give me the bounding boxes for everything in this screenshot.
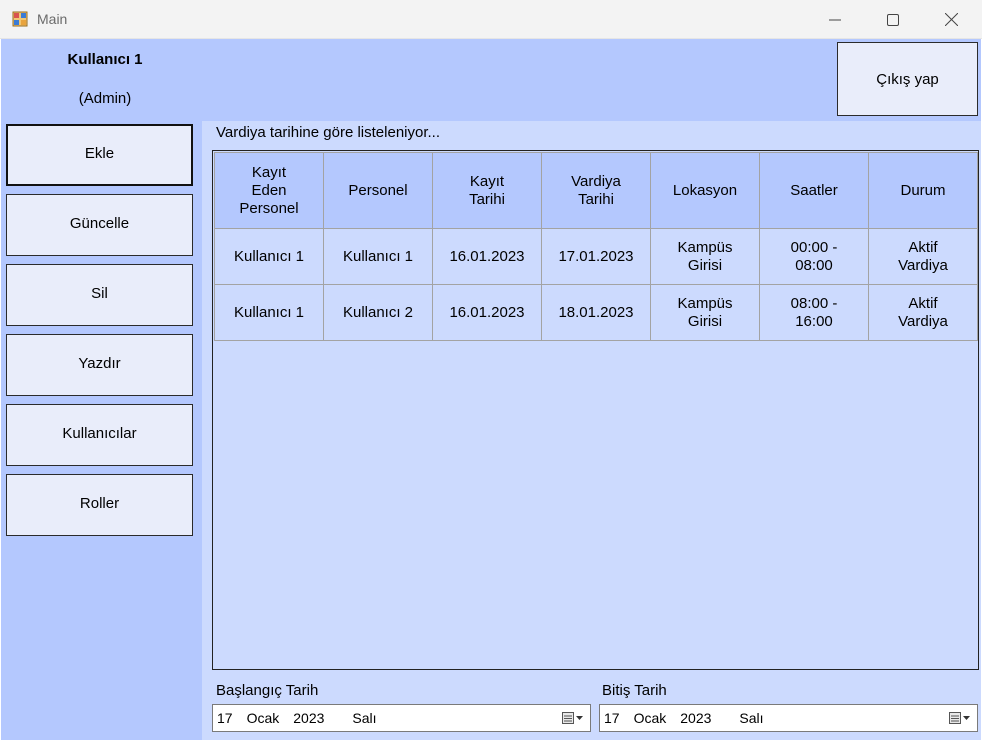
column-header[interactable]: Kayıt Tarihi (432, 152, 542, 229)
table-cell[interactable]: Kullanıcı 1 (214, 284, 324, 341)
roles-button[interactable]: Roller (6, 474, 193, 536)
column-header[interactable]: Personel (323, 152, 433, 229)
print-button[interactable]: Yazdır (6, 334, 193, 396)
title-bar: Main (0, 0, 982, 39)
maximize-button[interactable] (864, 0, 922, 39)
main-panel: Vardiya tarihine göre listeleniyor... Ka… (202, 121, 981, 740)
update-button[interactable]: Güncelle (6, 194, 193, 256)
table-cell[interactable]: 00:00 - 08:00 (759, 228, 869, 285)
minimize-icon (829, 19, 841, 20)
end-year[interactable]: 2023 (680, 710, 711, 726)
close-button[interactable] (922, 0, 980, 39)
end-date-picker[interactable]: 17 Ocak 2023 Salı (599, 704, 978, 732)
table-cell[interactable]: Kullanıcı 1 (214, 228, 324, 285)
table-row[interactable]: Kullanıcı 1 Kullanıcı 2 16.01.2023 18.01… (214, 284, 978, 341)
column-header[interactable]: Lokasyon (650, 152, 760, 229)
main-window: Kullanıcı 1 (Admin) Çıkış yap Ekle Günce… (1, 39, 981, 740)
add-button[interactable]: Ekle (6, 124, 193, 186)
table-cell[interactable]: 16.01.2023 (432, 228, 542, 285)
table-header-row: Kayıt Eden Personel Personel Kayıt Tarih… (214, 152, 978, 229)
column-header[interactable]: Vardiya Tarihi (541, 152, 651, 229)
table-cell[interactable]: Kampüs Girisi (650, 228, 760, 285)
user-role: (Admin) (78, 90, 132, 107)
table-cell[interactable]: 08:00 - 16:00 (759, 284, 869, 341)
table-cell[interactable]: Aktif Vardiya (868, 228, 978, 285)
shift-grid[interactable]: Kayıt Eden Personel Personel Kayıt Tarih… (212, 150, 979, 670)
start-day[interactable]: 17 (217, 710, 233, 726)
column-header[interactable]: Saatler (759, 152, 869, 229)
end-day[interactable]: 17 (604, 710, 620, 726)
user-name: Kullanıcı 1 (67, 51, 143, 68)
end-weekday[interactable]: Salı (739, 710, 763, 726)
table-cell[interactable]: Aktif Vardiya (868, 284, 978, 341)
shift-table: Kayıt Eden Personel Personel Kayıt Tarih… (214, 152, 978, 341)
table-cell[interactable]: Kullanıcı 1 (323, 228, 433, 285)
close-icon (944, 13, 958, 26)
column-header[interactable]: Durum (868, 152, 978, 229)
calendar-dropdown-icon[interactable] (949, 712, 971, 725)
maximize-icon (887, 13, 899, 26)
table-cell[interactable]: Kampüs Girisi (650, 284, 760, 341)
start-date-label: Başlangıç Tarih (216, 682, 319, 699)
list-caption: Vardiya tarihine göre listeleniyor... (216, 124, 441, 141)
minimize-button[interactable] (806, 0, 864, 39)
users-button[interactable]: Kullanıcılar (6, 404, 193, 466)
start-year[interactable]: 2023 (293, 710, 324, 726)
table-cell[interactable]: Kullanıcı 2 (323, 284, 433, 341)
delete-button[interactable]: Sil (6, 264, 193, 326)
calendar-dropdown-icon[interactable] (562, 712, 584, 725)
table-cell[interactable]: 16.01.2023 (432, 284, 542, 341)
table-cell[interactable]: 17.01.2023 (541, 228, 651, 285)
start-weekday[interactable]: Salı (352, 710, 376, 726)
start-date-picker[interactable]: 17 Ocak 2023 Salı (212, 704, 591, 732)
window-title: Main (37, 11, 68, 27)
table-cell[interactable]: 18.01.2023 (541, 284, 651, 341)
app-icon (12, 11, 28, 27)
table-row[interactable]: Kullanıcı 1 Kullanıcı 1 16.01.2023 17.01… (214, 228, 978, 285)
start-month[interactable]: Ocak (247, 710, 280, 726)
logout-button[interactable]: Çıkış yap (837, 42, 978, 116)
end-date-label: Bitiş Tarih (602, 682, 667, 699)
end-month[interactable]: Ocak (634, 710, 667, 726)
column-header[interactable]: Kayıt Eden Personel (214, 152, 324, 229)
